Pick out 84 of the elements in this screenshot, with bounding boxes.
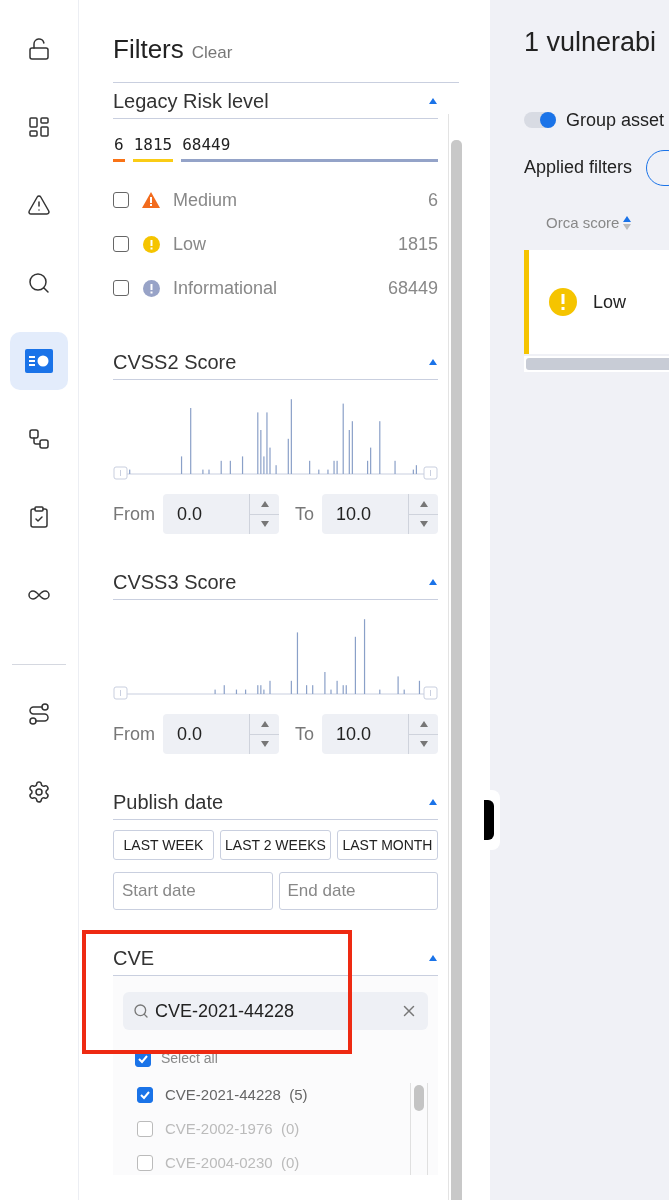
info-icon <box>142 279 160 297</box>
warning-icon <box>27 193 51 217</box>
option-count: 68449 <box>387 276 438 300</box>
up-arrow-icon[interactable] <box>260 720 269 727</box>
section-title: CVE <box>113 945 155 971</box>
count-label: 68449 <box>181 134 232 156</box>
down-arrow-icon[interactable] <box>260 741 269 748</box>
number-field[interactable]: 0.0 <box>163 494 279 534</box>
clear-link[interactable]: Clear <box>191 40 233 66</box>
start-date-field[interactable]: Start date <box>113 872 273 910</box>
search-icon <box>27 271 51 295</box>
from-label: From <box>113 502 155 526</box>
route-icon <box>27 702 51 726</box>
date-range-button[interactable]: LAST MONTH <box>336 830 438 860</box>
list-scrollbar[interactable] <box>410 1083 428 1175</box>
count-label: 1815 <box>132 134 174 156</box>
nodes-icon <box>27 427 51 451</box>
search-field[interactable]: CVE-2021-44228 <box>123 992 428 1030</box>
slider-handle[interactable] <box>423 686 438 700</box>
up-arrow-icon[interactable] <box>419 500 428 507</box>
dashboard-icon <box>27 115 51 139</box>
caret-icon[interactable] <box>428 953 438 962</box>
down-arrow-icon[interactable] <box>260 521 269 528</box>
nav-item[interactable] <box>10 332 68 390</box>
caret-icon[interactable] <box>428 96 438 105</box>
results-title: 1 vulnerabi <box>524 26 658 59</box>
result-row[interactable]: Low <box>524 250 669 354</box>
caret-icon[interactable] <box>428 357 438 366</box>
panel-scrollbar[interactable] <box>448 114 464 1200</box>
collapse-handle[interactable] <box>484 790 500 850</box>
up-arrow-icon[interactable] <box>260 500 269 507</box>
checkbox[interactable] <box>137 1087 153 1103</box>
date-range-button[interactable]: LAST WEEK <box>113 830 215 860</box>
report-icon <box>25 349 53 373</box>
number-field[interactable]: 0.0 <box>163 714 279 754</box>
from-label: From <box>113 722 155 746</box>
search-icon <box>133 1003 149 1019</box>
to-label: To <box>295 722 314 746</box>
check-icon <box>139 1089 151 1101</box>
date-range-button[interactable]: LAST 2 WEEKS <box>220 830 331 860</box>
down-arrow-icon[interactable] <box>419 521 428 528</box>
option-label[interactable]: Informational <box>173 274 278 302</box>
applied-filters-label: Applied filters <box>524 156 633 179</box>
count-label: 6 <box>113 134 125 156</box>
caret-icon[interactable] <box>428 797 438 806</box>
end-date-field[interactable]: End date <box>278 872 438 910</box>
lock-icon <box>27 37 51 61</box>
exclamation-icon <box>142 235 160 253</box>
warning-icon <box>142 192 160 208</box>
cve-option[interactable]: CVE-2021-44228 (5) <box>165 1083 308 1107</box>
slider-handle[interactable] <box>113 466 128 480</box>
number-field[interactable]: 10.0 <box>322 714 438 754</box>
section-title: CVSS2 Score <box>113 349 237 375</box>
checkbox[interactable] <box>113 192 129 208</box>
slider-handle[interactable] <box>423 466 438 480</box>
section-title: CVSS3 Score <box>113 569 237 595</box>
horizontal-scrollbar[interactable] <box>524 356 669 372</box>
histogram-bar <box>241 456 244 474</box>
clipboard-icon <box>27 505 51 529</box>
option-count: 1815 <box>397 232 438 256</box>
panel-title: Filters <box>113 33 184 66</box>
caret-icon[interactable] <box>428 577 438 586</box>
section-title: Legacy Risk level <box>113 88 269 114</box>
checkbox[interactable] <box>113 236 129 252</box>
checkbox[interactable] <box>113 280 129 296</box>
to-label: To <box>295 502 314 526</box>
option-count: 6 <box>428 188 438 212</box>
toggle-switch[interactable] <box>524 112 556 128</box>
settings-icon <box>27 780 51 804</box>
section-title: Publish date <box>113 789 224 815</box>
severity-label: Low <box>593 290 627 314</box>
option-label[interactable]: Low <box>173 230 207 258</box>
exclamation-icon <box>549 288 577 316</box>
histogram-bar <box>235 689 238 694</box>
histogram-bar <box>296 632 299 694</box>
up-arrow-icon[interactable] <box>419 720 428 727</box>
option-label[interactable]: Medium <box>173 186 238 214</box>
slider-handle[interactable] <box>113 686 128 700</box>
sort-icon <box>623 215 632 230</box>
number-field[interactable]: 10.0 <box>322 494 438 534</box>
histogram-bar <box>418 680 421 694</box>
toggle-label: Group asset <box>566 108 665 132</box>
histogram-bar <box>180 456 183 474</box>
down-arrow-icon[interactable] <box>419 741 428 748</box>
